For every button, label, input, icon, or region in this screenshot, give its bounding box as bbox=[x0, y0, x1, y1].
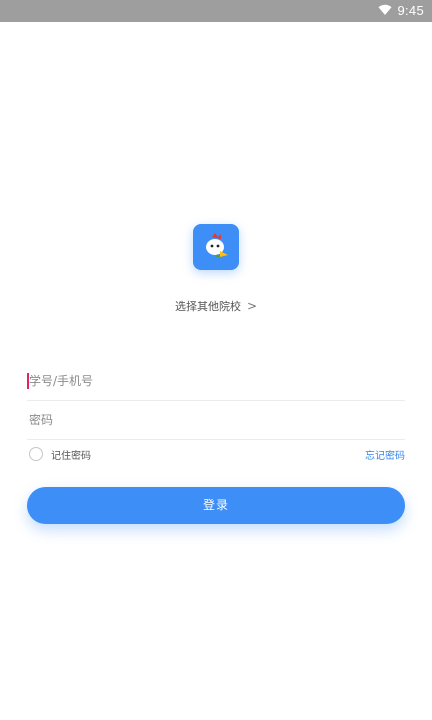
login-button[interactable]: 登录 bbox=[27, 487, 405, 524]
account-field bbox=[27, 362, 405, 401]
select-other-school-label: 选择其他院校 bbox=[174, 300, 241, 313]
wifi-icon bbox=[378, 4, 392, 16]
app-logo bbox=[193, 224, 239, 270]
select-other-school[interactable]: 选择其他院校 > bbox=[0, 298, 432, 314]
password-field bbox=[27, 401, 405, 440]
status-bar: 9:45 bbox=[0, 0, 432, 22]
remember-password-label: 记住密码 bbox=[51, 451, 91, 462]
remember-password-radio[interactable] bbox=[29, 447, 43, 461]
forgot-password-link[interactable]: 忘记密码 bbox=[365, 447, 405, 462]
status-time: 9:45 bbox=[397, 3, 424, 18]
password-input[interactable] bbox=[27, 409, 399, 431]
account-input[interactable] bbox=[27, 370, 399, 392]
school-mascot-icon bbox=[206, 233, 228, 257]
chevron-right-icon: > bbox=[246, 299, 258, 313]
